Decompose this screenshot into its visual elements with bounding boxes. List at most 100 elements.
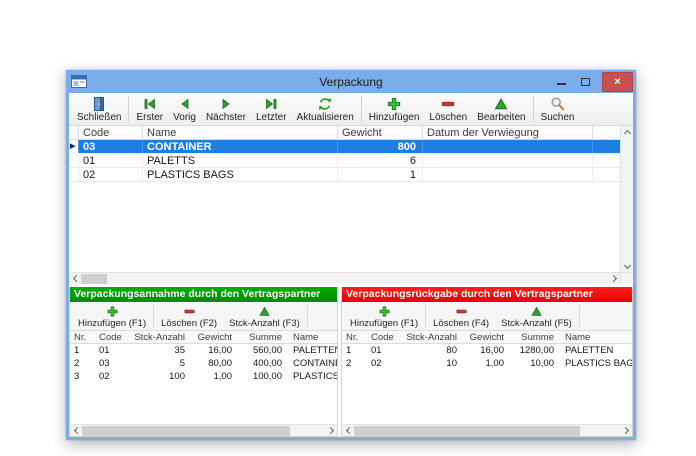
rueckgabe-horizontal-scrollbar[interactable]: [342, 424, 632, 436]
edit-button[interactable]: Bearbeiten: [472, 93, 530, 125]
table-row[interactable]: 02 PLASTICS BAGS 1: [69, 168, 620, 182]
scroll-right-button[interactable]: [325, 425, 337, 437]
cell-code: 02: [364, 358, 404, 369]
cell-stck: 5: [132, 358, 190, 369]
table-row[interactable]: 3 02 100 1,00 100,00 PLASTICS BAGS: [70, 370, 337, 383]
cell-name: PLASTICS BAGS: [558, 358, 632, 369]
cell-name: CONTAINER: [143, 140, 338, 153]
scroll-right-button[interactable]: [620, 425, 632, 437]
annahme-toolbar: Hinzufügen (F1) Löschen (F2) Stck-Anzahl…: [70, 302, 337, 331]
column-header-nr[interactable]: Nr.: [342, 332, 364, 343]
column-header-summe[interactable]: Summe: [508, 332, 558, 343]
annahme-delete-button[interactable]: Löschen (F2): [155, 302, 223, 330]
column-header-gewicht[interactable]: Gewicht: [338, 126, 423, 139]
button-label: Löschen (F2): [161, 318, 217, 329]
column-header-stck-anzahl[interactable]: Stck-Anzahl: [404, 332, 462, 343]
scroll-left-button[interactable]: [342, 425, 354, 437]
delete-button[interactable]: Löschen: [424, 93, 472, 125]
grid-empty-area: [342, 370, 632, 424]
scrollbar-corner: [620, 272, 633, 284]
scrollbar-thumb[interactable]: [81, 274, 107, 284]
table-row[interactable]: 1 01 35 16,00 560,00 PALETTEN: [70, 344, 337, 357]
rueckgabe-stck-anzahl-button[interactable]: Stck-Anzahl (F5): [495, 302, 578, 330]
row-selector-cell: [69, 168, 79, 181]
toolbar-separator: [128, 96, 129, 122]
chevron-right-icon: [326, 427, 333, 434]
scroll-down-button[interactable]: [621, 260, 633, 272]
cell-code: 01: [92, 345, 132, 356]
column-header-code[interactable]: Code: [92, 332, 132, 343]
next-record-icon: [218, 96, 234, 112]
last-record-button[interactable]: Letzter: [251, 93, 292, 125]
table-row-selected[interactable]: ▶ 03 CONTAINER 800: [69, 140, 620, 154]
column-header-name[interactable]: Name: [143, 126, 338, 139]
cell-summe: 400,00: [236, 358, 286, 369]
button-label: Bearbeiten: [477, 112, 525, 123]
cell-stck: 35: [132, 345, 190, 356]
cell-code: 02: [79, 168, 143, 181]
cell-name: PLASTICS BAGS: [143, 168, 338, 181]
table-row[interactable]: 1 01 80 16,00 1280,00 PALETTEN: [342, 344, 632, 357]
column-header-nr[interactable]: Nr.: [70, 332, 92, 343]
scrollbar-thumb[interactable]: [354, 426, 580, 436]
table-row[interactable]: 2 03 5 80,00 400,00 CONTAINER: [70, 357, 337, 370]
main-grid-header: Code Name Gewicht Datum der Verwiegung: [69, 126, 620, 140]
refresh-icon: [317, 96, 333, 112]
maximize-button[interactable]: [573, 70, 597, 93]
search-button[interactable]: Suchen: [536, 93, 580, 125]
grid-empty-area: [69, 182, 620, 272]
scroll-left-button[interactable]: [70, 425, 82, 437]
row-selector-cell: ▶: [69, 140, 79, 153]
annahme-add-button[interactable]: Hinzufügen (F1): [72, 302, 152, 330]
table-row[interactable]: 2 02 10 1,00 10,00 PLASTICS BAGS: [342, 357, 632, 370]
rueckgabe-delete-button[interactable]: Löschen (F4): [427, 302, 495, 330]
first-record-button[interactable]: Erster: [131, 93, 168, 125]
row-selector-cell: [69, 154, 79, 167]
annahme-horizontal-scrollbar[interactable]: [70, 424, 337, 436]
next-record-button[interactable]: Nächster: [201, 93, 251, 125]
main-grid-horizontal-scrollbar[interactable]: [69, 272, 620, 284]
scroll-up-button[interactable]: [621, 126, 633, 138]
cell-stck: 10: [404, 358, 462, 369]
cell-nr: 1: [70, 345, 92, 356]
column-header-gewicht[interactable]: Gewicht: [462, 332, 508, 343]
close-form-button[interactable]: Schließen: [72, 93, 126, 125]
annahme-panel: Verpackungsannahme durch den Vertragspar…: [69, 287, 338, 437]
title-bar[interactable]: Verpackung ×: [66, 70, 636, 93]
chevron-down-icon: [623, 261, 630, 268]
annahme-grid-header: Nr. Code Stck-Anzahl Gewicht Summe Name: [70, 331, 337, 344]
button-label: Hinzufügen: [369, 112, 420, 123]
column-header-code[interactable]: Code: [79, 126, 143, 139]
column-header-name[interactable]: Name: [286, 332, 337, 343]
column-header-name[interactable]: Name: [558, 332, 632, 343]
annahme-stck-anzahl-button[interactable]: Stck-Anzahl (F3): [223, 302, 306, 330]
previous-record-button[interactable]: Vorig: [168, 93, 201, 125]
cell-summe: 560,00: [236, 345, 286, 356]
scrollbar-thumb[interactable]: [82, 426, 290, 436]
scroll-right-button[interactable]: [608, 273, 620, 285]
cell-name: PALETTEN: [558, 345, 632, 356]
add-button[interactable]: Hinzufügen: [364, 93, 425, 125]
button-label: Stck-Anzahl (F5): [501, 318, 572, 329]
main-grid-vertical-scrollbar[interactable]: [620, 126, 633, 272]
close-button[interactable]: ×: [602, 72, 633, 92]
exit-door-icon: [91, 96, 107, 112]
button-label: Löschen (F4): [433, 318, 489, 329]
column-header-datum[interactable]: Datum der Verwiegung: [423, 126, 593, 139]
cell-datum: [423, 168, 593, 181]
cell-gewicht: 1,00: [462, 358, 508, 369]
previous-record-icon: [177, 96, 193, 112]
table-row[interactable]: 01 PALETTS 6: [69, 154, 620, 168]
column-header-stck-anzahl[interactable]: Stck-Anzahl: [132, 332, 190, 343]
column-header-gewicht[interactable]: Gewicht: [190, 332, 236, 343]
column-header-code[interactable]: Code: [364, 332, 404, 343]
toolbar-separator: [533, 96, 534, 122]
minimize-button[interactable]: [549, 70, 573, 93]
column-header-summe[interactable]: Summe: [236, 332, 286, 343]
refresh-button[interactable]: Aktualisieren: [292, 93, 359, 125]
cell-code: 01: [364, 345, 404, 356]
scroll-left-button[interactable]: [69, 273, 81, 285]
rueckgabe-add-button[interactable]: Hinzufügen (F1): [344, 302, 424, 330]
main-toolbar: Schließen Erster Vorig Nächst: [69, 93, 633, 126]
cell-summe: 10,00: [508, 358, 558, 369]
